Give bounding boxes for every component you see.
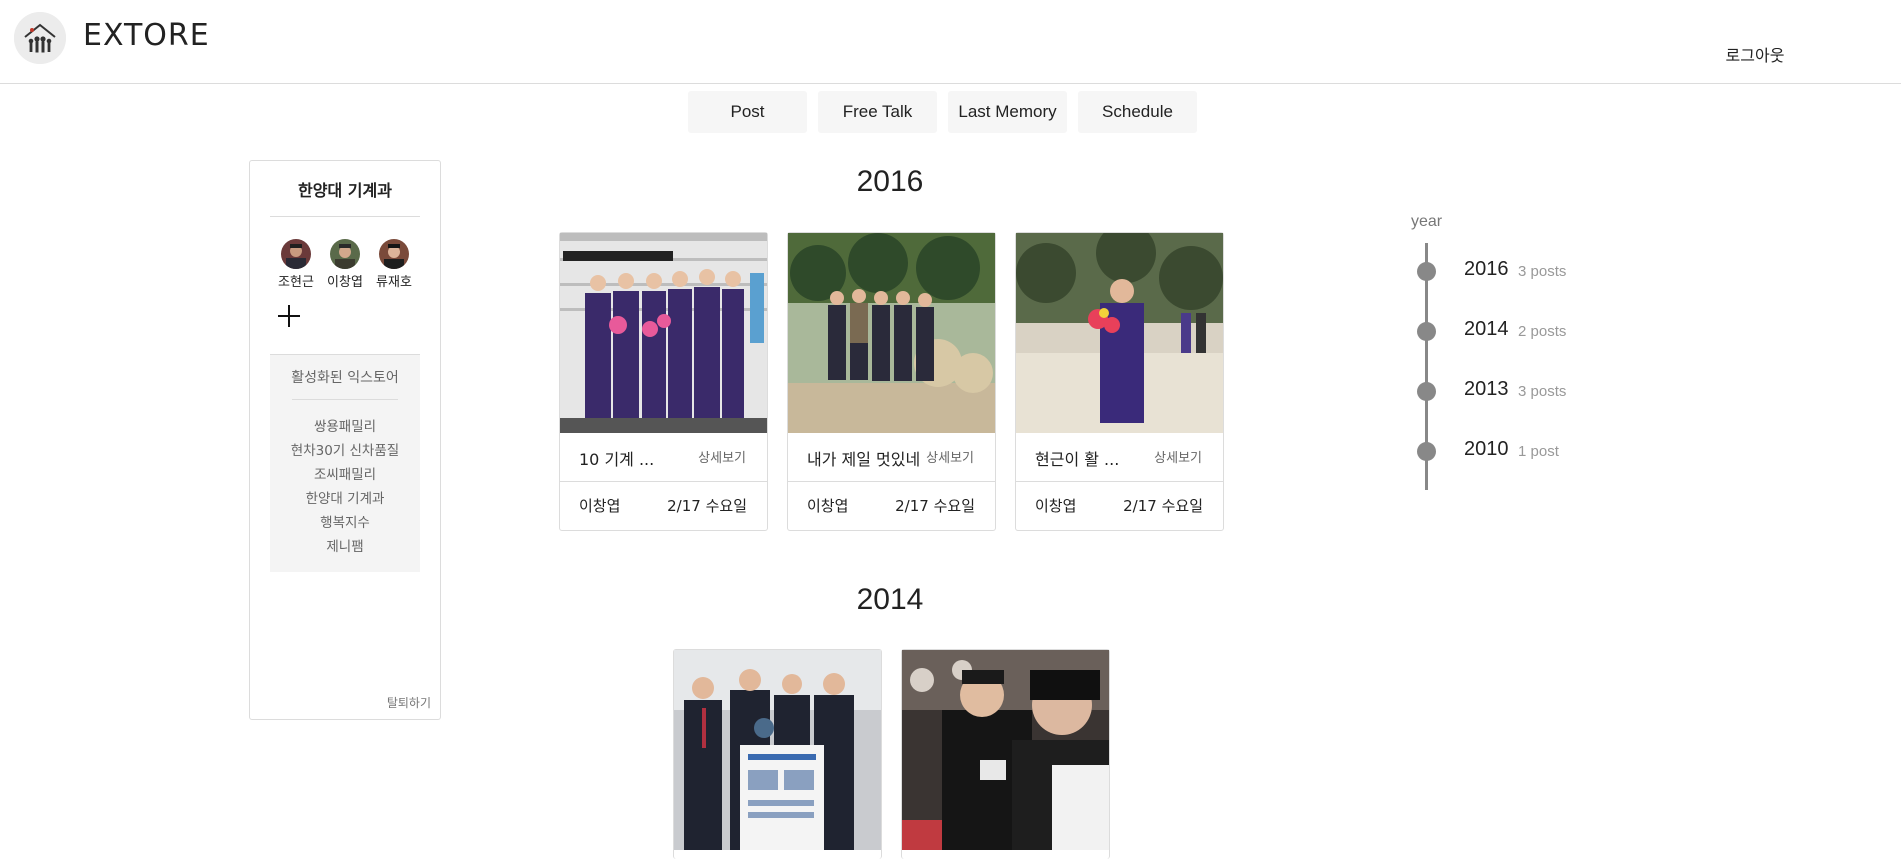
divider [560, 481, 767, 482]
member-name: 류재호 [376, 275, 412, 290]
brand-name[interactable]: EXTORE [83, 18, 210, 53]
post-title: 10 기계 ... [579, 450, 655, 469]
plus-icon[interactable] [276, 303, 302, 329]
post-card[interactable] [673, 649, 882, 859]
divider [292, 399, 398, 400]
member-item[interactable]: 이창엽 [321, 239, 369, 290]
timeline-post-count: 3 posts [1518, 383, 1567, 400]
post-photo[interactable] [788, 233, 995, 433]
active-extore-item[interactable]: 쌍용패밀리 [270, 415, 420, 439]
member-name: 이창엽 [327, 275, 363, 290]
detail-link[interactable]: 상세보기 [926, 447, 974, 466]
year-heading: 2014 [856, 583, 924, 616]
family-house-logo-icon[interactable] [14, 12, 66, 64]
member-name: 조현근 [278, 275, 314, 290]
leave-group-link[interactable]: 탈퇴하기 [387, 694, 431, 711]
detail-link[interactable]: 상세보기 [1154, 447, 1202, 466]
post-author: 이창엽 [1035, 497, 1077, 515]
divider [1016, 481, 1223, 482]
active-extore-item[interactable]: 한양대 기계과 [270, 487, 420, 511]
tab-schedule[interactable]: Schedule [1078, 91, 1197, 133]
divider [788, 481, 995, 482]
active-extore-list: 쌍용패밀리 현차30기 신차품질 조씨패밀리 한양대 기계과 행복지수 제니팸 [270, 415, 420, 559]
post-author: 이창엽 [579, 497, 621, 515]
tab-post[interactable]: Post [688, 91, 807, 133]
post-title: 내가 제일 멋있네 [807, 450, 921, 469]
year-heading: 2016 [856, 165, 924, 198]
active-extore-item[interactable]: 행복지수 [270, 511, 420, 535]
post-card[interactable]: 현근이 활 ... 상세보기 이창엽 2/17 수요일 [1015, 232, 1224, 531]
timeline-item[interactable]: 2016 3 posts [1400, 255, 1620, 285]
avatar[interactable] [330, 239, 360, 269]
post-date: 2/17 수요일 [667, 497, 747, 515]
main-tabs: Post Free Talk Last Memory Schedule [688, 91, 1197, 133]
detail-link[interactable]: 상세보기 [698, 447, 746, 466]
timeline-post-count: 3 posts [1518, 263, 1567, 280]
tab-free-talk[interactable]: Free Talk [818, 91, 937, 133]
active-extore-item[interactable]: 제니팸 [270, 535, 420, 559]
post-photo[interactable] [560, 233, 767, 433]
timeline-item[interactable]: 2014 2 posts [1400, 315, 1620, 345]
avatar[interactable] [281, 239, 311, 269]
timeline-item[interactable]: 2010 1 post [1400, 435, 1620, 465]
active-extore-item[interactable]: 조씨패밀리 [270, 463, 420, 487]
year-timeline: year 2016 3 posts 2014 2 posts 2013 3 po… [1400, 210, 1620, 490]
timeline-item[interactable]: 2013 3 posts [1400, 375, 1620, 405]
timeline-post-count: 2 posts [1518, 323, 1567, 340]
post-card[interactable]: 10 기계 ... 상세보기 이창엽 2/17 수요일 [559, 232, 768, 531]
post-date: 2/17 수요일 [895, 497, 975, 515]
timeline-year: 2016 [1464, 258, 1509, 280]
tab-last-memory[interactable]: Last Memory [948, 91, 1067, 133]
post-author: 이창엽 [807, 497, 849, 515]
timeline-dot-icon [1417, 442, 1436, 461]
post-card[interactable]: 내가 제일 멋있네 상세보기 이창엽 2/17 수요일 [787, 232, 996, 531]
timeline-label: year [1411, 213, 1443, 230]
divider [270, 216, 420, 217]
post-card[interactable] [901, 649, 1110, 859]
timeline-dot-icon [1417, 262, 1436, 281]
group-title: 한양대 기계과 [298, 181, 392, 200]
timeline-dot-icon [1417, 322, 1436, 341]
active-extore-item[interactable]: 현차30기 신차품질 [270, 439, 420, 463]
logout-button[interactable]: 로그아웃 [1700, 42, 1810, 66]
member-item[interactable]: 조현근 [272, 239, 320, 290]
post-photo[interactable] [1016, 233, 1223, 433]
timeline-post-count: 1 post [1518, 443, 1559, 460]
post-photo[interactable] [674, 650, 881, 850]
timeline-year: 2010 [1464, 438, 1509, 460]
active-extore-panel: 활성화된 익스토어 쌍용패밀리 현차30기 신차품질 조씨패밀리 한양대 기계과… [270, 355, 420, 572]
member-item[interactable]: 류재호 [370, 239, 418, 290]
group-sidebar: 한양대 기계과 조현근 이창엽 류재호 활성화된 익스토어 쌍용패밀리 현차30… [249, 160, 441, 720]
top-header: EXTORE 로그아웃 [0, 0, 1901, 84]
avatar[interactable] [379, 239, 409, 269]
post-date: 2/17 수요일 [1123, 497, 1203, 515]
timeline-dot-icon [1417, 382, 1436, 401]
timeline-year: 2013 [1464, 378, 1509, 400]
member-list: 조현근 이창엽 류재호 [250, 239, 440, 290]
timeline-year: 2014 [1464, 318, 1509, 340]
active-extore-title: 활성화된 익스토어 [291, 370, 399, 386]
post-photo[interactable] [902, 650, 1109, 850]
post-title: 현근이 활 ... [1035, 450, 1120, 469]
